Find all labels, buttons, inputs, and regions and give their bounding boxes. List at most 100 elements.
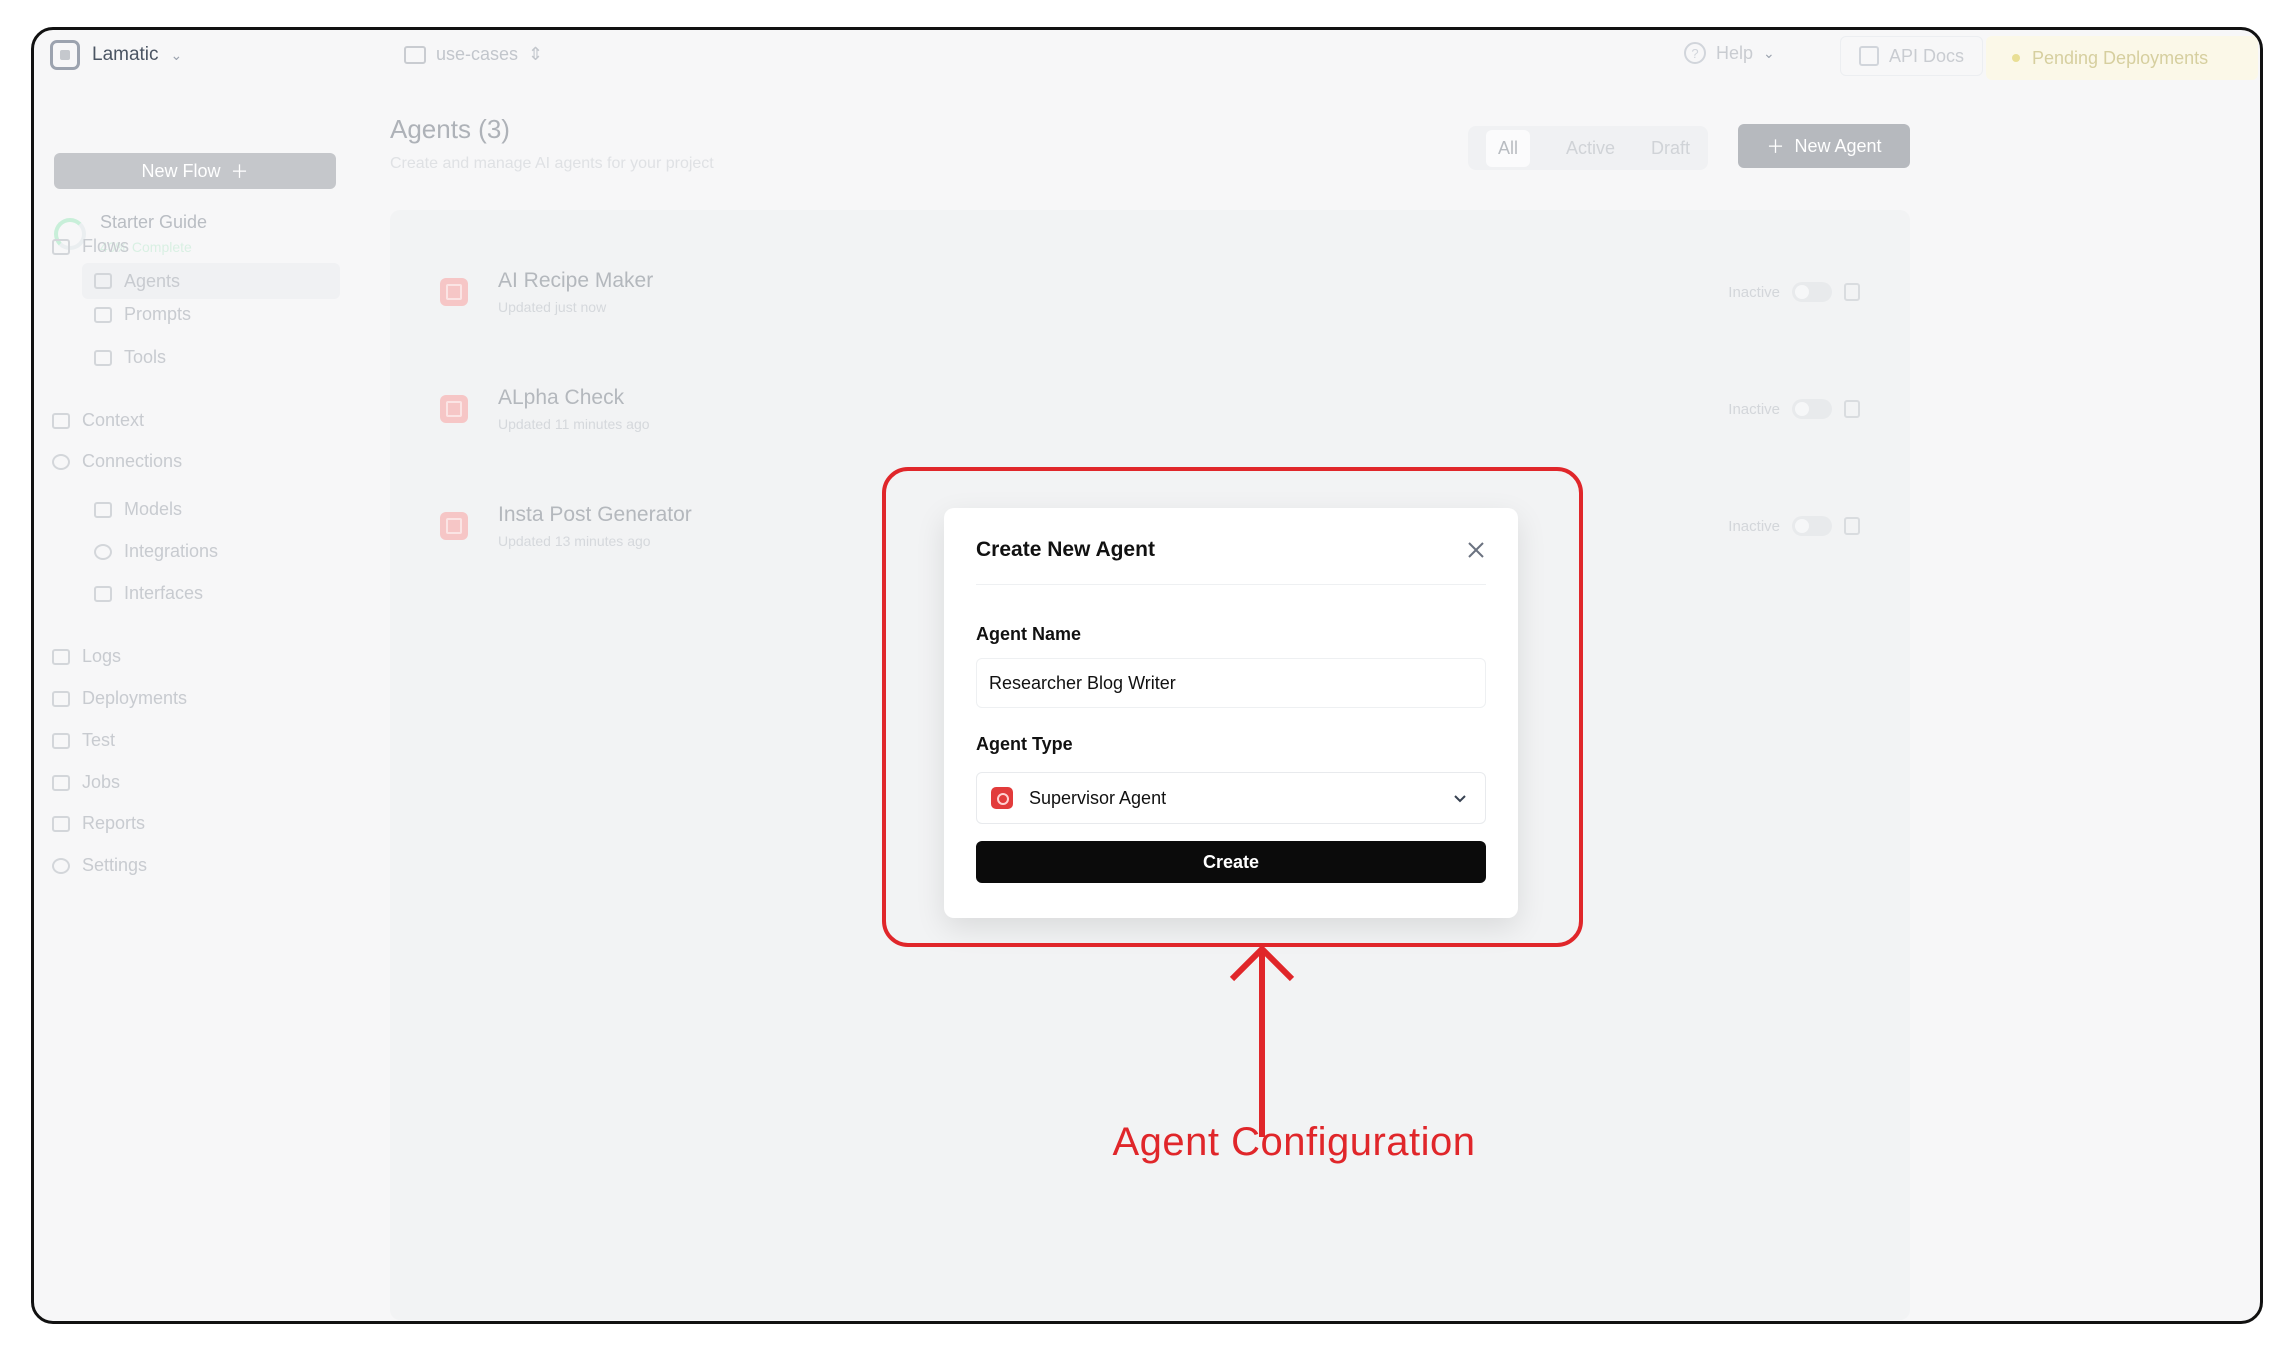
page-subtitle: Create and manage AI agents for your pro… xyxy=(390,155,714,172)
copy-icon[interactable] xyxy=(1844,283,1860,301)
agent-icon xyxy=(440,512,468,540)
pending-label: Pending Deployments xyxy=(2032,47,2209,68)
sidebar-item-logs[interactable]: Logs xyxy=(52,646,121,667)
agent-name: Insta Post Generator xyxy=(498,503,692,526)
tab-draft[interactable]: Draft xyxy=(1651,138,1690,159)
api-docs-button[interactable]: API Docs xyxy=(1840,36,1984,76)
sidebar-item-label: Test xyxy=(82,730,116,750)
annotation-label: Agent Configuration xyxy=(1112,1120,1476,1164)
integrations-icon xyxy=(94,543,112,560)
agent-name: ALpha Check xyxy=(498,386,625,409)
status-dot xyxy=(2012,54,2020,62)
sidebar-item-reports[interactable]: Reports xyxy=(52,813,145,834)
app-background: Lamatic ⌄ use-cases ⇕ ? Help ⌄ API Docs … xyxy=(34,30,2260,1321)
sidebar-item-interfaces[interactable]: Interfaces xyxy=(94,583,203,604)
sidebar-item-integrations[interactable]: Integrations xyxy=(94,541,218,562)
sidebar-item-prompts[interactable]: Prompts xyxy=(94,304,191,325)
sidebar-item-label: Context xyxy=(82,410,145,430)
annotation-highlight-box xyxy=(882,467,1583,947)
sidebar: New Flow ＋ Starter Guide 40% Complete Fl… xyxy=(34,108,374,1321)
sidebar-item-deployments[interactable]: Deployments xyxy=(52,688,187,709)
list-item[interactable]: ALpha Check Updated 11 minutes ago Inact… xyxy=(440,379,1860,439)
sidebar-item-label: Agents xyxy=(124,270,181,291)
sidebar-item-tools[interactable]: Tools xyxy=(94,347,166,368)
help-icon: ? xyxy=(1684,42,1706,64)
activity-icon xyxy=(52,815,70,832)
plus-icon: ＋ xyxy=(230,162,249,182)
flows-icon xyxy=(52,238,70,255)
copy-icon[interactable] xyxy=(1844,400,1860,418)
copy-icon[interactable] xyxy=(1844,517,1860,535)
agent-status: Inactive xyxy=(1728,399,1860,419)
folder-icon xyxy=(404,45,426,64)
chevron-updown-icon: ⇕ xyxy=(528,44,544,64)
page-title: Agents (3) xyxy=(390,114,510,144)
list-item[interactable]: AI Recipe Maker Updated just now Inactiv… xyxy=(440,262,1860,322)
tools-icon xyxy=(94,349,112,366)
agent-updated: Updated 13 minutes ago xyxy=(498,533,651,549)
sidebar-item-label: Integrations xyxy=(124,541,219,561)
sidebar-item-label: Models xyxy=(124,499,183,519)
new-flow-label: New Flow xyxy=(141,160,221,181)
status-label: Inactive xyxy=(1728,517,1780,535)
status-label: Inactive xyxy=(1728,283,1780,301)
new-agent-label: New Agent xyxy=(1794,135,1882,156)
lamatic-logo-icon xyxy=(50,40,80,70)
sidebar-item-label: Deployments xyxy=(82,688,188,708)
models-icon xyxy=(94,501,112,518)
help-menu[interactable]: ? Help ⌄ xyxy=(1684,42,1775,64)
agent-icon xyxy=(440,278,468,306)
help-label: Help xyxy=(1716,42,1754,63)
active-toggle[interactable] xyxy=(1792,399,1832,419)
active-toggle[interactable] xyxy=(1792,282,1832,302)
project-name: use-cases xyxy=(436,44,519,64)
sidebar-item-label: Jobs xyxy=(82,772,121,792)
new-agent-button[interactable]: ＋ New Agent xyxy=(1738,124,1910,168)
sidebar-item-test[interactable]: Test xyxy=(52,730,115,751)
tab-all[interactable]: All xyxy=(1485,129,1530,167)
sidebar-item-label: Tools xyxy=(124,347,167,367)
sidebar-item-agents[interactable]: Agents xyxy=(82,263,340,299)
api-docs-label: API Docs xyxy=(1889,45,1965,66)
sidebar-item-flows[interactable]: Flows xyxy=(52,236,129,257)
tab-active[interactable]: Active xyxy=(1566,138,1615,159)
prompts-icon xyxy=(94,306,112,323)
agent-updated: Updated 11 minutes ago xyxy=(498,416,650,432)
plus-icon: ＋ xyxy=(1766,137,1785,157)
sidebar-item-label: Connections xyxy=(82,451,183,471)
sidebar-item-context[interactable]: Context xyxy=(52,410,144,431)
connections-icon xyxy=(52,453,70,470)
agent-status: Inactive xyxy=(1728,516,1860,536)
agent-status: Inactive xyxy=(1728,282,1860,302)
pending-deployments-button[interactable]: Pending Deployments xyxy=(1986,36,2258,80)
logs-icon xyxy=(52,648,70,665)
annotation-arrow-icon xyxy=(1229,944,1295,1137)
status-label: Inactive xyxy=(1728,400,1780,418)
interfaces-icon xyxy=(94,585,112,602)
database-icon xyxy=(52,412,70,429)
agent-name: AI Recipe Maker xyxy=(498,269,654,292)
sidebar-item-label: Prompts xyxy=(124,304,192,324)
brand-switcher[interactable]: Lamatic ⌄ xyxy=(50,40,182,70)
brand-name: Lamatic xyxy=(92,44,159,65)
agents-icon xyxy=(94,273,112,289)
sidebar-item-connections[interactable]: Connections xyxy=(52,451,182,472)
starter-guide-title: Starter Guide xyxy=(100,212,208,232)
sidebar-item-label: Reports xyxy=(82,813,146,833)
new-flow-button[interactable]: New Flow ＋ xyxy=(54,153,336,189)
sidebar-item-models[interactable]: Models xyxy=(94,499,182,520)
doc-icon xyxy=(1859,46,1879,66)
project-selector[interactable]: use-cases ⇕ xyxy=(404,44,543,65)
sidebar-item-label: Logs xyxy=(82,646,122,666)
sidebar-item-label: Settings xyxy=(82,855,148,875)
chevron-down-icon: ⌄ xyxy=(1763,44,1775,61)
sidebar-item-jobs[interactable]: Jobs xyxy=(52,772,120,793)
gear-icon xyxy=(52,857,70,874)
top-bar: Lamatic ⌄ use-cases ⇕ ? Help ⌄ API Docs … xyxy=(34,30,2260,108)
sidebar-item-settings[interactable]: Settings xyxy=(52,855,147,876)
jobs-icon xyxy=(52,774,70,791)
sidebar-item-label: Interfaces xyxy=(124,583,204,603)
active-toggle[interactable] xyxy=(1792,516,1832,536)
send-icon xyxy=(52,690,70,707)
screenshot-frame: Lamatic ⌄ use-cases ⇕ ? Help ⌄ API Docs … xyxy=(31,27,2263,1324)
